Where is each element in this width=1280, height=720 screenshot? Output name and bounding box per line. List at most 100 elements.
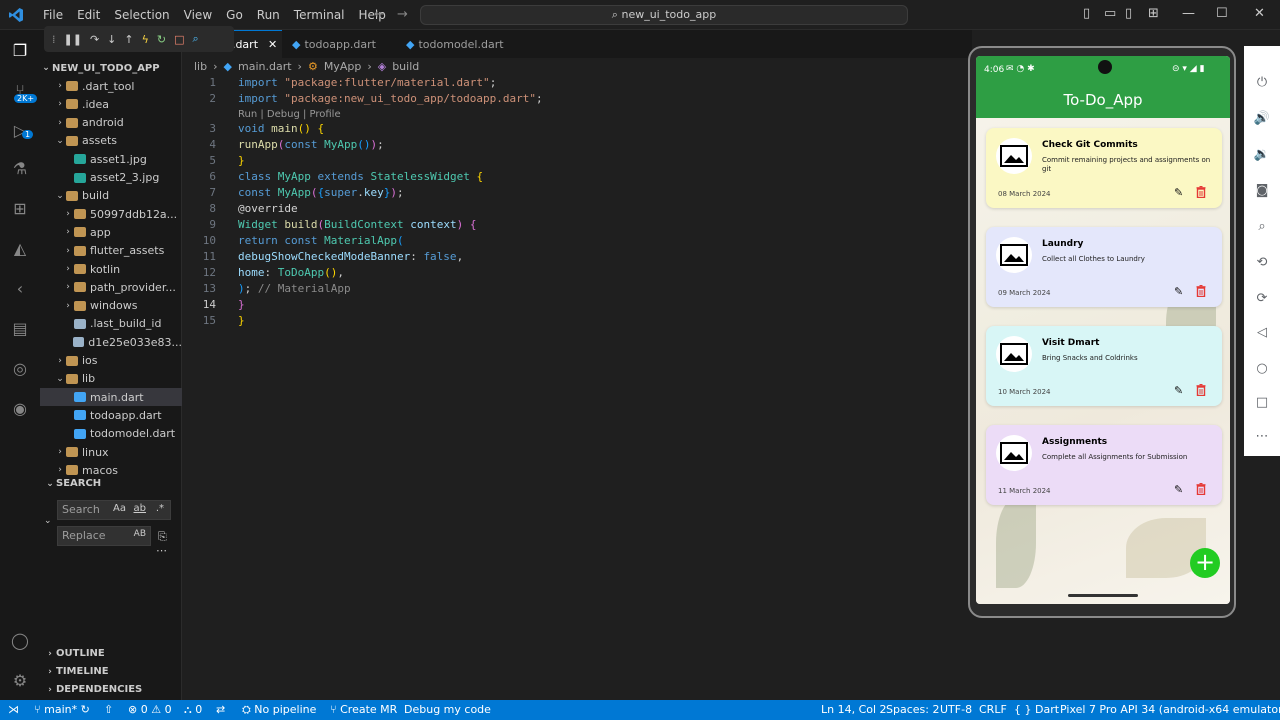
volume-down-icon[interactable]: 🔉 (1252, 144, 1272, 164)
tree-folder[interactable]: › kotlin (40, 260, 182, 278)
codelens[interactable]: Run | Debug | Profile (238, 109, 341, 120)
testing-icon[interactable]: ⚗ (8, 156, 32, 180)
forward-arrow-icon[interactable]: → (397, 7, 408, 22)
pipeline-indicator[interactable]: ⛭ No pipeline (242, 703, 316, 717)
tree-folder[interactable]: › .dart_tool (40, 77, 182, 95)
step-out-icon[interactable]: ↑ (124, 33, 133, 46)
toggle-sidebar-icon[interactable]: ▯ (1083, 6, 1090, 21)
account-icon[interactable]: ◯ (8, 628, 32, 652)
tree-folder[interactable]: ⌄ build (40, 187, 182, 205)
restart-icon[interactable]: ↻ (157, 33, 166, 46)
debug-mode-indicator[interactable]: Debug my code (404, 703, 491, 716)
explorer-icon[interactable]: ❐ (8, 38, 32, 62)
indentation[interactable]: Spaces: 2 (886, 703, 939, 716)
pause-icon[interactable]: ❚❚ (64, 33, 82, 46)
home-icon[interactable]: ○ (1252, 358, 1272, 378)
problems-indicator[interactable]: ⊗ 0 ⚠ 0 (128, 703, 172, 716)
close-tab-icon[interactable]: ✕ (268, 38, 277, 51)
tree-folder[interactable]: › path_provider... (40, 278, 182, 296)
tree-file[interactable]: d1e25e033e83... (40, 333, 182, 351)
delete-trash-icon[interactable] (1196, 384, 1206, 396)
tree-folder[interactable]: › ios (40, 352, 182, 370)
breadcrumb-file[interactable]: main.dart (238, 60, 292, 73)
tab-todomodel-dart[interactable]: ◆ todomodel.dart (396, 30, 516, 58)
regex-icon[interactable]: .* (156, 503, 164, 514)
back-icon[interactable]: ◁ (1252, 322, 1272, 342)
gitlab-icon[interactable]: ◭ (8, 236, 32, 260)
timeline-section-header[interactable]: › TIMELINE (44, 666, 108, 677)
menu-terminal[interactable]: Terminal (287, 0, 352, 30)
folder-icon[interactable]: ▤ (8, 316, 32, 340)
minimize-icon[interactable]: — (1182, 6, 1195, 21)
toggle-panel-icon[interactable]: ▭ (1104, 6, 1116, 21)
edit-pencil-icon[interactable]: ✎ (1174, 483, 1183, 496)
todo-card[interactable]: Laundry Collect all Clothes to Laundry 09 … (986, 227, 1222, 307)
breadcrumb-lib[interactable]: lib (194, 60, 207, 73)
publish-icon[interactable]: ⇧ (104, 703, 113, 716)
tree-folder[interactable]: › android (40, 114, 182, 132)
tree-folder[interactable]: › .idea (40, 95, 182, 113)
delete-trash-icon[interactable] (1196, 285, 1206, 297)
match-word-icon[interactable]: ab (134, 503, 146, 514)
tree-file[interactable]: todomodel.dart (40, 425, 182, 443)
rotate-left-icon[interactable]: ⟲ (1252, 252, 1272, 272)
inspect-widget-icon[interactable]: ⌕ (192, 32, 198, 46)
delete-trash-icon[interactable] (1196, 186, 1206, 198)
back-arrow-icon[interactable]: ← (374, 7, 385, 22)
tree-folder[interactable]: ⌄ assets (40, 132, 182, 150)
toggle-secondary-sidebar-icon[interactable]: ▯ (1125, 6, 1132, 21)
toggle-replace-chevron-icon[interactable]: ⌄ (44, 516, 52, 526)
tab-todoapp-dart[interactable]: ◆ todoapp.dart (282, 30, 394, 58)
tree-file[interactable]: todoapp.dart (40, 406, 182, 424)
delete-trash-icon[interactable] (1196, 483, 1206, 495)
camera-icon[interactable]: ◙ (1252, 180, 1272, 200)
edit-pencil-icon[interactable]: ✎ (1174, 186, 1183, 199)
customize-layout-icon[interactable]: ⊞ (1148, 6, 1159, 21)
command-center-search[interactable]: ⌕ new_ui_todo_app (420, 5, 908, 25)
settings-gear-icon[interactable]: ⚙ (8, 668, 32, 692)
step-over-icon[interactable]: ↷ (90, 33, 99, 46)
encoding[interactable]: UTF-8 (940, 703, 972, 716)
cursor-position[interactable]: Ln 14, Col 2 (821, 703, 887, 716)
tree-folder[interactable]: › macos (40, 461, 182, 479)
add-task-button[interactable]: + (1190, 548, 1220, 578)
tree-folder[interactable]: › 50997ddb12a... (40, 205, 182, 223)
remote-icon[interactable]: ⋊ (8, 703, 19, 716)
power-icon[interactable]: ⏻ (1252, 72, 1272, 92)
edit-pencil-icon[interactable]: ✎ (1174, 384, 1183, 397)
tree-folder[interactable]: ⌄ lib (40, 370, 182, 388)
tree-file[interactable]: .last_build_id (40, 315, 182, 333)
more-icon[interactable]: ⋯ (1252, 426, 1272, 446)
todo-card[interactable]: Check Git Commits Commit remaining projec… (986, 128, 1222, 208)
close-window-icon[interactable]: ✕ (1254, 6, 1265, 21)
step-into-icon[interactable]: ↓ (107, 33, 116, 46)
preserve-case-icon[interactable]: AB (134, 529, 146, 539)
gesture-home-bar[interactable] (1068, 594, 1138, 597)
search-input[interactable]: Search Aa ab .* (57, 500, 171, 520)
github-icon[interactable]: ◎ (8, 356, 32, 380)
menu-run[interactable]: Run (250, 0, 287, 30)
todo-card[interactable]: Visit Dmart Bring Snacks and Coldrinks 10 … (986, 326, 1222, 406)
explorer-root[interactable]: ⌄ NEW_UI_TODO_APP (40, 59, 182, 77)
breadcrumb-class[interactable]: MyApp (324, 60, 362, 73)
ports-indicator[interactable]: ⛬ 0 (184, 703, 202, 717)
tree-file[interactable]: asset1.jpg (40, 150, 182, 168)
maximize-icon[interactable]: ☐ (1216, 6, 1228, 21)
breadcrumb-method[interactable]: build (392, 60, 419, 73)
match-case-icon[interactable]: Aa (113, 503, 126, 514)
tree-folder[interactable]: › linux (40, 443, 182, 461)
extensions-icon[interactable]: ⊞ (8, 196, 32, 220)
replace-all-icon[interactable]: ⎘ (158, 530, 167, 544)
tree-folder[interactable]: › flutter_assets (40, 242, 182, 260)
tree-file[interactable]: main.dart (40, 388, 182, 407)
branch-indicator[interactable]: ⑂ main* ↻ (34, 703, 90, 716)
stop-icon[interactable]: □ (174, 33, 184, 46)
todo-card[interactable]: Assignments Complete all Assignments for … (986, 425, 1222, 505)
language-mode[interactable]: { } Dart (1014, 703, 1059, 716)
remote-explorer-icon[interactable]: ◉ (8, 396, 32, 420)
tree-file[interactable]: asset2_3.jpg (40, 169, 182, 187)
rotate-right-icon[interactable]: ⟳ (1252, 288, 1272, 308)
more-options-icon[interactable]: ⋯ (156, 544, 167, 557)
tree-folder[interactable]: › app (40, 223, 182, 241)
flutter-icon[interactable]: ‹ (8, 276, 32, 300)
